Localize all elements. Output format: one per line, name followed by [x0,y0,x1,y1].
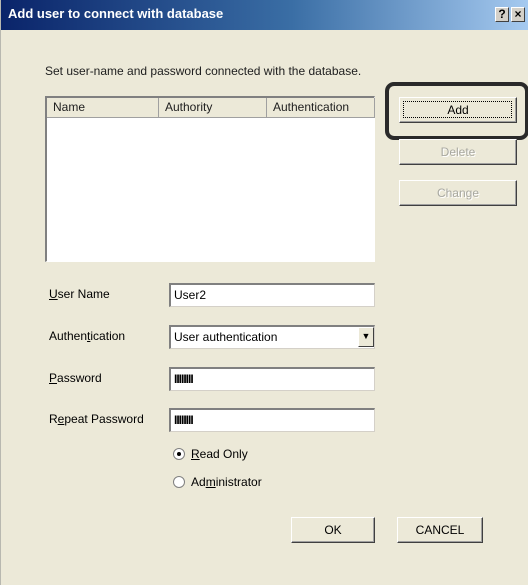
column-header-authentication[interactable]: Authentication [267,98,375,118]
password-input[interactable]: IIIIIIII [169,367,375,391]
close-button[interactable]: × [511,7,525,22]
change-button[interactable]: Change [399,180,517,206]
window-title: Add user to connect with database [8,6,224,21]
delete-button[interactable]: Delete [399,139,517,165]
title-bar: Add user to connect with database ? × [1,0,528,30]
user-list[interactable]: Name Authority Authentication [45,96,375,262]
cancel-button-label: CANCEL [415,523,465,537]
chevron-down-icon[interactable]: ▼ [358,327,374,347]
instruction-text: Set user-name and password connected wit… [45,64,362,78]
password-label: Password [49,371,102,385]
authentication-selected-value: User authentication [174,330,278,344]
read-only-radio-button[interactable] [173,448,185,460]
cancel-button[interactable]: CANCEL [397,517,483,543]
administrator-radio-button[interactable] [173,476,185,488]
list-header: Name Authority Authentication [47,98,375,118]
help-icon: ? [498,7,506,21]
add-user-dialog: Add user to connect with database ? × Se… [0,0,528,585]
column-header-name[interactable]: Name [47,98,159,118]
ok-button-label: OK [324,523,342,537]
ok-button[interactable]: OK [291,517,375,543]
authentication-label: Authentication [49,329,126,343]
help-button[interactable]: ? [495,7,509,22]
focus-rectangle [403,101,512,118]
close-icon: × [514,7,522,21]
read-only-label: Read Only [191,447,248,461]
column-header-authority[interactable]: Authority [159,98,267,118]
repeat-password-label: Repeat Password [49,412,144,426]
repeat-password-input[interactable]: IIIIIIII [169,408,375,432]
administrator-label: Administrator [191,475,262,489]
change-button-label: Change [436,186,480,200]
authentication-select[interactable]: User authentication ▼ [169,325,375,349]
delete-button-label: Delete [440,145,476,159]
user-name-label: User Name [49,287,110,301]
user-name-input[interactable]: User2 [169,283,375,307]
add-button[interactable]: Add [399,97,517,123]
